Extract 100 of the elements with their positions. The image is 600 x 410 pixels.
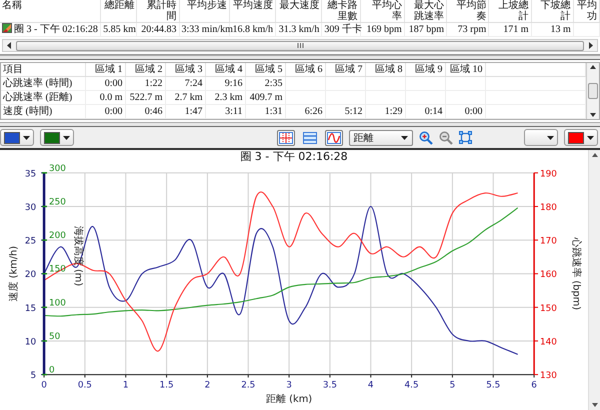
scroll-right-icon[interactable] [588,42,594,49]
lap-name[interactable]: 圈 3 - 下午 02:16:28 [14,24,98,35]
tick-label: 250 [48,198,66,208]
table-cell: 7:24 [184,78,202,89]
chart-title: 圈 3 - 下午 02:16:28 [239,150,349,164]
crosshair-toggle[interactable] [276,130,294,146]
table-cell: 169 bpm [366,24,402,35]
tick-label: 10 [24,337,36,348]
table-cell: 20:44.83 [141,24,177,35]
column-header[interactable]: 平均步速 [186,0,227,11]
lap-icon [2,23,12,33]
table-cell: 187 bpm [408,24,444,35]
table-cell: 5.85 km [103,24,136,35]
column-header[interactable]: 區域 8 [365,63,405,76]
table-cell: 2.7 km [174,92,202,103]
caret-icon[interactable] [63,136,70,140]
scroll-down-icon[interactable] [590,113,596,117]
tick-label: 1.5 [160,380,174,390]
table-cell: 3:33 min/km [182,24,233,35]
tick-label: 160 [540,270,557,280]
wave-toggle[interactable] [324,130,342,146]
scroll-up-icon[interactable] [590,65,596,69]
tick-label: 15 [24,304,36,314]
column-header[interactable]: 區域 2 [125,63,165,76]
tick-label: 3 [286,380,292,390]
table-cell: 309 千卡 [324,24,362,35]
axis-title: 海拔高度 (m) [72,226,84,286]
axis-title: 距離 (km) [266,394,312,406]
scrollbar-thumb[interactable] [16,40,584,50]
column-header[interactable]: 累計時間 [139,0,177,22]
column-header[interactable]: 上坡總計 [491,0,528,22]
column-header[interactable]: 區域 4 [205,63,245,76]
table-cell: 31.3 km/h [278,24,320,35]
tick-label: 50 [48,332,60,342]
tick-label: 200 [48,231,66,242]
scroll-left-icon[interactable] [6,42,12,49]
tick-label: 35 [24,169,36,180]
row-label: 速度 (時間) [3,106,52,117]
horizontal-scrollbar[interactable] [2,39,598,52]
tick-label: 2.5 [241,380,256,390]
tick-label: 190 [540,169,557,180]
axis-title: 心跳速率 (bpm) [570,237,582,310]
fit-view-icon[interactable] [458,131,472,144]
table-cell: 2:35 [264,78,282,89]
scroll-up-icon[interactable] [592,153,598,157]
table-cell: 0:00 [104,106,122,117]
column-header[interactable]: 項目 [1,63,85,76]
color-picker[interactable] [0,129,34,146]
table-cell: 3:11 [225,106,242,117]
axis-title: 速度 (km/h) [8,246,20,302]
table-cell: 1:47 [184,106,202,117]
tick-label: 0 [48,366,55,376]
caret-icon[interactable] [547,136,554,140]
column-header[interactable]: 區域 1 [85,63,125,76]
table-cell: 1:31 [264,106,282,117]
tick-label: 1 [122,380,129,390]
column-header[interactable]: 區域 3 [165,63,205,76]
table-cell: 0:00 [104,78,122,89]
tick-label: 300 [48,164,66,174]
color-picker[interactable] [524,129,558,146]
column-header[interactable]: 區域 7 [325,63,365,76]
column-header[interactable]: 平均節奏 [449,0,486,22]
tick-label: 4.5 [404,380,419,390]
table-cell: 0:00 [464,106,482,117]
table-cell: 5:12 [344,106,362,117]
lines-toggle[interactable] [300,130,318,146]
column-header[interactable]: 區域 9 [405,63,445,76]
tick-label: 5.5 [486,380,500,390]
column-header[interactable]: 名稱 [2,0,22,11]
row-label: 心跳速率 (距離) [3,92,72,103]
tick-label: 100 [48,298,66,308]
tick-label: 5 [450,380,456,390]
color-picker[interactable] [40,129,74,146]
vertical-scrollbar[interactable] [586,63,599,119]
tick-label: 3.5 [322,380,337,390]
caret-icon[interactable] [23,136,30,140]
caret-icon[interactable] [400,136,408,140]
caret-icon[interactable] [587,136,594,140]
tick-label: 170 [540,236,557,247]
tick-label: 6 [531,380,537,390]
tick-label: 180 [540,202,557,213]
vertical-scrollbar[interactable] [588,150,600,410]
column-header[interactable]: 下坡總計 [534,0,571,22]
table-cell: 409.7 m [250,92,282,103]
color-picker[interactable] [564,129,598,146]
tick-label: 0.5 [78,380,92,390]
column-header[interactable]: 區域 6 [285,63,325,76]
scroll-down-icon[interactable] [592,403,598,407]
column-header[interactable]: 區域 5 [245,63,285,76]
tick-label: 140 [540,337,557,348]
table-cell: 13 m [550,24,571,35]
table-cell: 0.0 m [100,92,122,103]
zoom-out-icon[interactable] [438,130,452,144]
zoom-in-icon[interactable] [418,130,432,144]
column-header[interactable]: 區域 10 [445,63,485,76]
scrollbar-thumb[interactable] [588,83,598,99]
tick-label: 4 [368,380,374,390]
tick-label: 30 [24,202,36,213]
table-cell: 6:26 [304,106,322,117]
x-axis-select[interactable]: 距離 [348,130,412,146]
